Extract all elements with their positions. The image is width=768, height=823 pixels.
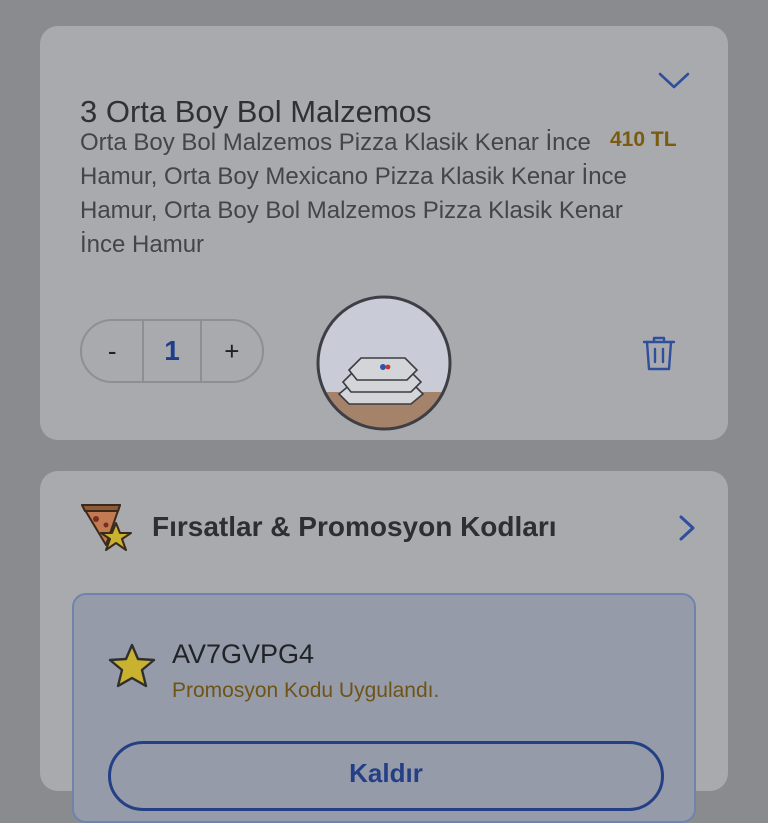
chevron-down-icon[interactable] — [656, 68, 692, 92]
order-item-card: 3 Orta Boy Bol Malzemos Orta Boy Bol Mal… — [40, 26, 728, 440]
star-icon — [108, 643, 156, 688]
remove-promo-button[interactable]: Kaldır — [108, 741, 664, 811]
applied-promo-code-box: AV7GVPG4 Promosyon Kodu Uygulandı. Kaldı… — [72, 593, 696, 823]
order-item-description: Orta Boy Bol Malzemos Pizza Klasik Kenar… — [80, 129, 627, 258]
trash-icon[interactable] — [640, 333, 678, 373]
pizza-boxes-image — [316, 295, 452, 431]
quantity-stepper: - 1 + — [80, 319, 264, 383]
quantity-value: 1 — [142, 321, 202, 381]
promotions-title: Fırsatlar & Promosyon Kodları — [152, 511, 557, 542]
promo-code-text: AV7GVPG4 — [172, 639, 315, 669]
order-item-price: 410 TL — [610, 128, 677, 151]
order-item-title: 3 Orta Boy Bol Malzemos — [80, 94, 432, 129]
decrease-quantity-button[interactable]: - — [82, 321, 142, 381]
promo-code-status: Promosyon Kodu Uygulandı. — [172, 679, 440, 702]
increase-quantity-button[interactable]: + — [202, 321, 262, 381]
chevron-right-icon[interactable] — [676, 513, 698, 543]
pizza-slice-star-icon — [81, 504, 132, 551]
promotions-card: Fırsatlar & Promosyon Kodları AV7GVPG4 P… — [40, 471, 728, 823]
